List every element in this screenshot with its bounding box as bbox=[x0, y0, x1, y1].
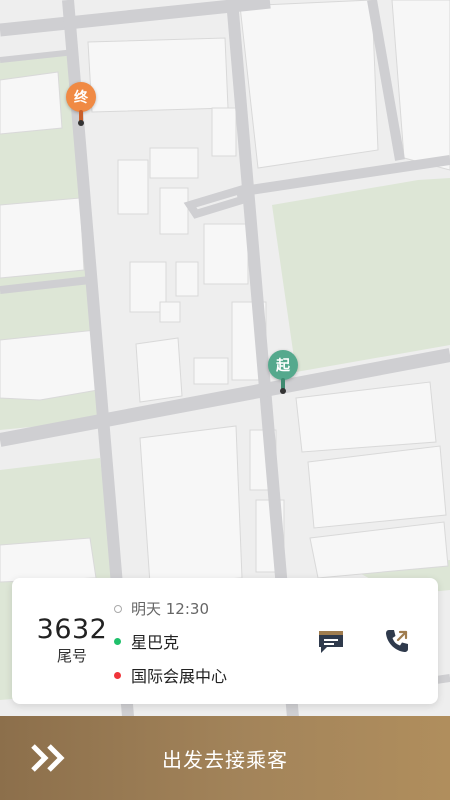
pickup-time: 明天 12:30 bbox=[131, 600, 209, 618]
plate-caption: 尾号 bbox=[56, 647, 87, 665]
plate-block: 3632 尾号 bbox=[22, 614, 122, 666]
destination-pin-label: 终 bbox=[66, 82, 96, 112]
destination-row: 国际会展中心 bbox=[114, 663, 227, 687]
origin-dot-icon bbox=[114, 637, 121, 645]
plate-number: 3632 bbox=[36, 614, 108, 645]
pickup-pin[interactable]: 起 bbox=[268, 350, 298, 394]
call-button[interactable] bbox=[380, 624, 414, 658]
origin-address: 星巴克 bbox=[131, 633, 180, 652]
order-card: 3632 尾号 明天 12:30 星巴克 国际会展中心 bbox=[12, 578, 438, 704]
depart-button-label: 出发去接乘客 bbox=[162, 747, 288, 772]
pickup-pin-label: 起 bbox=[268, 350, 298, 380]
destination-pin[interactable]: 终 bbox=[66, 82, 96, 126]
clock-icon bbox=[114, 604, 122, 613]
destination-dot-icon bbox=[114, 671, 121, 679]
message-icon bbox=[319, 631, 343, 653]
origin-row: 星巴克 bbox=[114, 629, 179, 653]
phone-icon bbox=[386, 630, 408, 652]
destination-address: 国际会展中心 bbox=[131, 667, 228, 686]
depart-to-pickup-button[interactable]: 出发去接乘客 bbox=[0, 716, 450, 800]
double-chevron-right-icon bbox=[31, 744, 65, 772]
message-button[interactable] bbox=[314, 624, 348, 658]
time-row: 明天 12:30 bbox=[114, 598, 209, 619]
